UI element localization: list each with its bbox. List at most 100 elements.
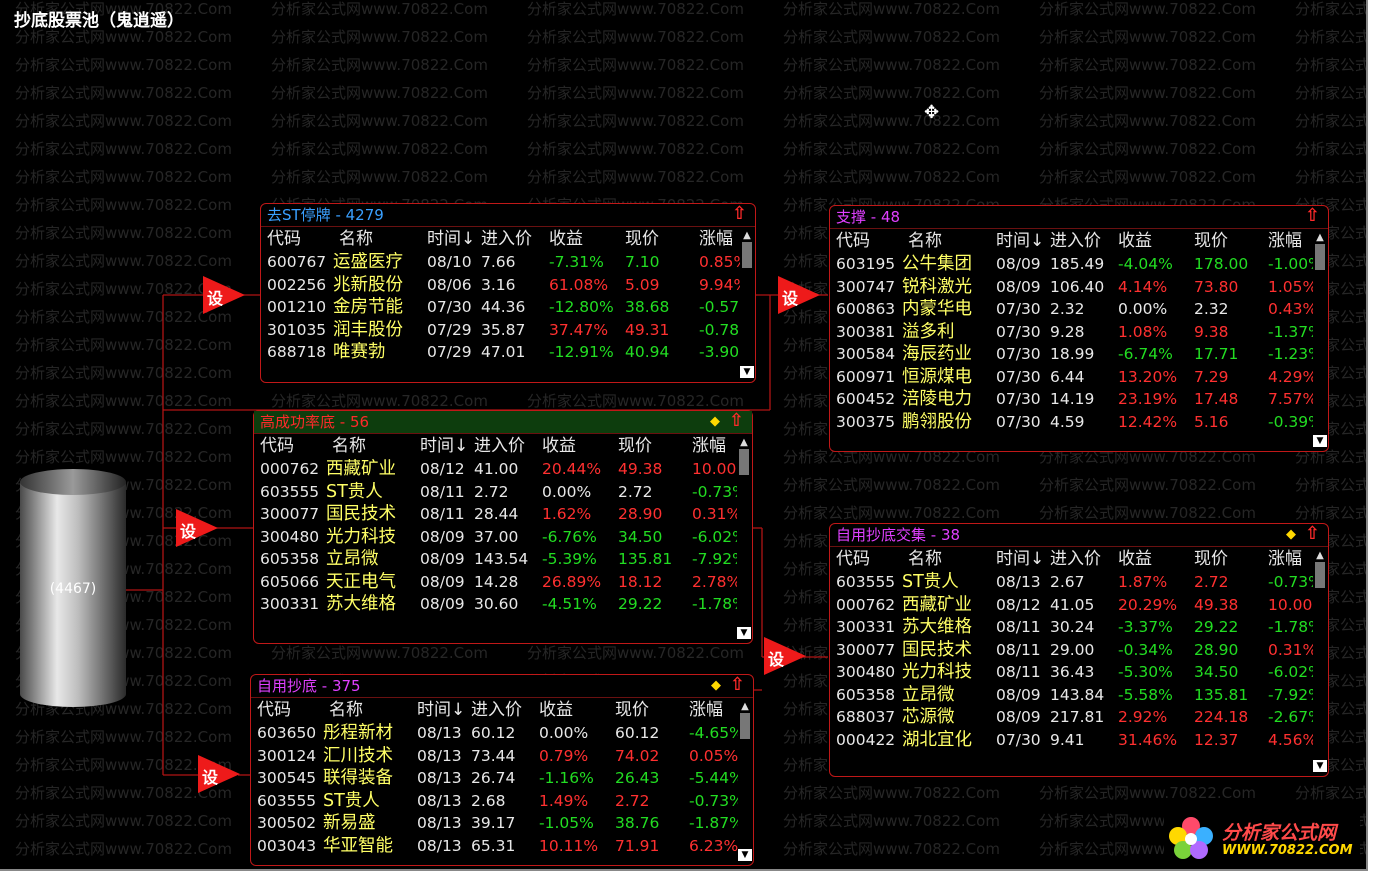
table-row[interactable]: 300502 新易盛 08/13 39.17 -1.05% 38.76 -1.87% [251, 812, 753, 835]
panel-header[interactable]: 去ST停牌 - 4279 ⇧ [261, 203, 755, 227]
column-header[interactable]: 代码 [267, 227, 301, 251]
column-header[interactable]: 现价 [1194, 547, 1228, 571]
column-header[interactable]: 涨幅 [1268, 229, 1302, 253]
table-row[interactable]: 000422 湖北宜化 07/30 9.41 31.46% 12.37 4.56% [830, 729, 1328, 752]
panel-header[interactable]: 支撑 - 48 ⇧ [830, 205, 1328, 229]
scroll-down-icon[interactable]: ▼ [1313, 760, 1327, 772]
table-row[interactable]: 605358 立昂微 08/09 143.54 -5.39% 135.81 -7.92% [254, 548, 752, 571]
column-header[interactable]: 涨幅 [699, 227, 733, 251]
table-row[interactable]: 603555 ST贵人 08/11 2.72 0.00% 2.72 -0.73% [254, 481, 752, 504]
table-row[interactable]: 603195 公牛集团 08/09 185.49 -4.04% 178.00 -1.00% [830, 253, 1328, 276]
scroll-up-icon[interactable]: ▲ [1313, 550, 1327, 561]
column-header[interactable]: 收益 [1118, 547, 1152, 571]
table-row[interactable]: 300480 光力科技 08/09 37.00 -6.76% 34.50 -6.02% [254, 526, 752, 549]
stock-pool-panel-custom-bottom[interactable]: 自用抄底 - 375 ◆ ⇧ 代码 名称 时间↓ 进入价 收益 现价 涨幅 603650 彤程新材 08… [250, 674, 754, 866]
stock-pool-panel-custom-intersection[interactable]: 自用抄底交集 - 38 ◆ ⇧ 代码 名称 时间↓ 进入价 收益 现价 涨幅 603555 ST贵人 0… [829, 523, 1329, 777]
table-row[interactable]: 300381 溢多利 07/30 9.28 1.08% 9.38 -1.37% [830, 321, 1328, 344]
table-row[interactable]: 688037 芯源微 08/09 217.81 2.92% 224.18 -2.67% [830, 706, 1328, 729]
table-row[interactable]: 300077 国民技术 08/11 28.44 1.62% 28.90 0.31% [254, 503, 752, 526]
scroll-up-icon[interactable]: ▲ [737, 437, 751, 448]
collapse-up-arrow-icon[interactable]: ⇧ [729, 410, 744, 432]
column-header[interactable]: 现价 [1194, 229, 1228, 253]
table-row[interactable]: 300480 光力科技 08/11 36.43 -5.30% 34.50 -6.02% [830, 661, 1328, 684]
table-row[interactable]: 301035 润丰股份 07/29 35.87 37.47% 49.31 -0.78 [261, 319, 755, 342]
column-header[interactable]: 现价 [615, 698, 649, 722]
collapse-up-arrow-icon[interactable]: ⇧ [1305, 523, 1320, 545]
column-header[interactable]: 代码 [836, 229, 870, 253]
scroll-up-icon[interactable]: ▲ [740, 230, 754, 241]
set-button[interactable]: 设 [778, 276, 822, 316]
table-row[interactable]: 605358 立昂微 08/09 143.84 -5.58% 135.81 -7.92% [830, 684, 1328, 707]
set-button[interactable]: 设 [764, 637, 808, 677]
scroll-thumb[interactable] [742, 242, 752, 268]
column-header[interactable]: 涨幅 [1268, 547, 1302, 571]
column-header[interactable]: 涨幅 [692, 434, 726, 458]
table-row[interactable]: 300124 汇川技术 08/13 73.44 0.79% 74.02 0.05% [251, 745, 753, 768]
vertical-scrollbar[interactable]: ▲ ▼ [1313, 232, 1327, 447]
column-header[interactable]: 名称 [908, 229, 942, 253]
column-header[interactable]: 时间↓ [996, 229, 1044, 253]
panel-header[interactable]: 自用抄底 - 375 ◆ ⇧ [251, 674, 753, 698]
stock-pool-panel-support[interactable]: 支撑 - 48 ⇧ 代码 名称 时间↓ 进入价 收益 现价 涨幅 603195 公牛集团 08/09 1… [829, 205, 1329, 452]
table-row[interactable]: 605066 天正电气 08/09 14.28 26.89% 18.12 2.78% [254, 571, 752, 594]
scroll-thumb[interactable] [1315, 244, 1325, 270]
column-header[interactable]: 进入价 [474, 434, 525, 458]
table-row[interactable]: 300077 国民技术 08/11 29.00 -0.34% 28.90 0.31% [830, 639, 1328, 662]
diamond-icon[interactable]: ◆ [711, 675, 721, 697]
table-row[interactable]: 603555 ST贵人 08/13 2.68 1.49% 2.72 -0.73% [251, 790, 753, 813]
vertical-scrollbar[interactable]: ▲ ▼ [737, 437, 751, 639]
table-row[interactable]: 300584 海辰药业 07/30 18.99 -6.74% 17.71 -1.23% [830, 343, 1328, 366]
table-row[interactable]: 603650 彤程新材 08/13 60.12 0.00% 60.12 -4.65% [251, 722, 753, 745]
table-row[interactable]: 000762 西藏矿业 08/12 41.05 20.29% 49.38 10.00 [830, 594, 1328, 617]
table-row[interactable]: 001210 金房节能 07/30 44.36 -12.80% 38.68 -0.57 [261, 296, 755, 319]
scroll-thumb[interactable] [739, 449, 749, 475]
diamond-icon[interactable]: ◆ [1286, 524, 1296, 546]
table-row[interactable]: 603555 ST贵人 08/13 2.67 1.87% 2.72 -0.73% [830, 571, 1328, 594]
column-header[interactable]: 名称 [332, 434, 366, 458]
table-row[interactable]: 002256 兆新股份 08/06 3.16 61.08% 5.09 9.94% [261, 274, 755, 297]
collapse-up-arrow-icon[interactable]: ⇧ [1305, 205, 1320, 227]
panel-header[interactable]: 自用抄底交集 - 38 ◆ ⇧ [830, 523, 1328, 547]
column-header[interactable]: 收益 [539, 698, 573, 722]
column-header[interactable]: 收益 [549, 227, 583, 251]
column-header[interactable]: 名称 [329, 698, 363, 722]
column-header[interactable]: 收益 [542, 434, 576, 458]
column-header[interactable]: 代码 [836, 547, 870, 571]
collapse-up-arrow-icon[interactable]: ⇧ [732, 203, 747, 225]
column-header[interactable]: 代码 [260, 434, 294, 458]
panel-header[interactable]: 高成功率底 - 56 ◆ ⇧ [254, 410, 752, 434]
column-header[interactable]: 进入价 [471, 698, 522, 722]
set-button[interactable]: 设 [176, 509, 220, 549]
column-header[interactable]: 名称 [908, 547, 942, 571]
set-button[interactable]: 设 [203, 276, 247, 316]
vertical-scrollbar[interactable]: ▲ ▼ [738, 701, 752, 861]
table-row[interactable]: 600767 运盛医疗 08/10 7.66 -7.31% 7.10 0.85% [261, 251, 755, 274]
scroll-down-icon[interactable]: ▼ [740, 366, 754, 378]
set-button[interactable]: 设 [198, 755, 242, 795]
stock-pool-panel-remove-st[interactable]: 去ST停牌 - 4279 ⇧ 代码 名称 时间↓ 进入价 收益 现价 涨幅 600767 运盛医疗 0… [260, 203, 756, 383]
column-header[interactable]: 现价 [625, 227, 659, 251]
column-header[interactable]: 涨幅 [689, 698, 723, 722]
column-header[interactable]: 进入价 [1050, 229, 1101, 253]
collapse-up-arrow-icon[interactable]: ⇧ [730, 674, 745, 696]
table-row[interactable]: 003043 华亚智能 08/13 65.31 10.11% 71.91 6.23% [251, 835, 753, 858]
table-row[interactable]: 688718 唯赛勃 07/29 47.01 -12.91% 40.94 -3.90 [261, 341, 755, 364]
scroll-up-icon[interactable]: ▲ [738, 701, 752, 712]
vertical-scrollbar[interactable]: ▲ ▼ [1313, 550, 1327, 772]
column-header[interactable]: 时间↓ [417, 698, 465, 722]
table-row[interactable]: 300375 鹏翎股份 07/30 4.59 12.42% 5.16 -0.39% [830, 411, 1328, 434]
scroll-down-icon[interactable]: ▼ [1313, 435, 1327, 447]
column-header[interactable]: 现价 [618, 434, 652, 458]
column-header[interactable]: 时间↓ [996, 547, 1044, 571]
column-header[interactable]: 时间↓ [427, 227, 475, 251]
scroll-up-icon[interactable]: ▲ [1313, 232, 1327, 243]
scroll-down-icon[interactable]: ▼ [737, 627, 751, 639]
scroll-down-icon[interactable]: ▼ [738, 849, 752, 861]
table-row[interactable]: 300331 苏大维格 08/11 30.24 -3.37% 29.22 -1.78% [830, 616, 1328, 639]
table-row[interactable]: 000762 西藏矿业 08/12 41.00 20.44% 49.38 10.00 [254, 458, 752, 481]
scroll-thumb[interactable] [740, 713, 750, 739]
table-row[interactable]: 600863 内蒙华电 07/30 2.32 0.00% 2.32 0.43% [830, 298, 1328, 321]
column-header[interactable]: 进入价 [481, 227, 532, 251]
stock-pool-panel-high-success[interactable]: 高成功率底 - 56 ◆ ⇧ 代码 名称 时间↓ 进入价 收益 现价 涨幅 000762 西藏矿业 08… [253, 410, 753, 644]
table-row[interactable]: 600452 涪陵电力 07/30 14.19 23.19% 17.48 7.57% [830, 388, 1328, 411]
